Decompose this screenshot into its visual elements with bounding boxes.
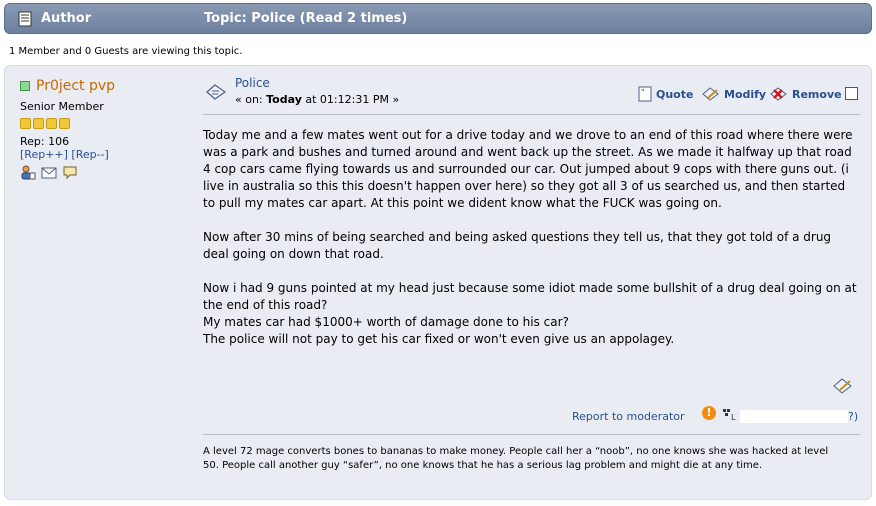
rep-plus-link[interactable]: [Rep++]: [20, 148, 68, 161]
email-icon[interactable]: [41, 165, 57, 180]
message-paragraph: Now after 30 mins of being searched and …: [203, 230, 832, 261]
message-paragraph: Now i had 9 guns pointed at my head just…: [203, 281, 857, 346]
star-icon: [46, 118, 57, 129]
ip-suffix: ?): [848, 410, 859, 423]
topic-header-bar: Author Topic: Police (Read 2 times): [4, 3, 872, 34]
message-body: Today me and a few mates went out for a …: [203, 127, 859, 348]
document-icon: [18, 11, 32, 27]
online-status-icon: [20, 81, 30, 91]
report-to-moderator-link[interactable]: Report to moderator: [572, 410, 685, 423]
posted-time: at 01:12:31 PM »: [301, 93, 400, 106]
member-title: Senior Member: [20, 100, 104, 113]
message-subject[interactable]: Police: [235, 76, 270, 90]
viewing-status: 1 Member and 0 Guests are viewing this t…: [9, 46, 243, 57]
ip-address-field: [740, 410, 848, 423]
personal-message-icon[interactable]: [62, 165, 78, 180]
select-post-checkbox[interactable]: [845, 87, 858, 100]
inline-modify-icon[interactable]: [833, 377, 853, 395]
warning-icon[interactable]: !: [702, 406, 716, 420]
ip-icon: L: [723, 409, 736, 421]
message-icon: [206, 84, 227, 100]
profile-icon[interactable]: [20, 165, 36, 180]
svg-text:L: L: [731, 413, 736, 421]
member-stars: [20, 118, 190, 129]
signature: A level 72 mage converts bones to banana…: [203, 446, 829, 471]
poster-name[interactable]: Pr0ject pvp: [36, 78, 115, 94]
remove-label: Remove: [792, 87, 842, 101]
quote-button[interactable]: " Quote: [638, 86, 693, 102]
remove-icon: [770, 87, 787, 101]
topic-title: Topic: Police (Read 2 times): [204, 11, 408, 26]
quote-label: Quote: [656, 87, 694, 101]
star-icon: [33, 118, 44, 129]
author-column-label: Author: [41, 11, 92, 26]
quote-icon: ": [638, 86, 652, 102]
message-paragraph: Today me and a few mates went out for a …: [203, 128, 853, 210]
posted-prefix: « on:: [235, 93, 267, 106]
rep-minus-link[interactable]: [Rep--]: [71, 148, 108, 161]
svg-text:": ": [641, 88, 645, 96]
signature-divider: [203, 434, 860, 435]
modify-label: Modify: [724, 87, 767, 101]
reputation: Rep: 106: [20, 135, 70, 148]
poster-info: Pr0ject pvp Senior Member Rep: 106 [Rep+…: [20, 78, 190, 180]
posted-day: Today: [266, 93, 302, 106]
divider: [203, 114, 860, 115]
modify-icon: [702, 87, 719, 101]
post-timestamp: « on: Today at 01:12:31 PM »: [235, 93, 399, 106]
remove-button[interactable]: Remove: [770, 86, 842, 102]
modify-button[interactable]: Modify: [702, 86, 766, 102]
post-container: Pr0ject pvp Senior Member Rep: 106 [Rep+…: [4, 65, 872, 500]
star-icon: [59, 118, 70, 129]
star-icon: [20, 118, 31, 129]
